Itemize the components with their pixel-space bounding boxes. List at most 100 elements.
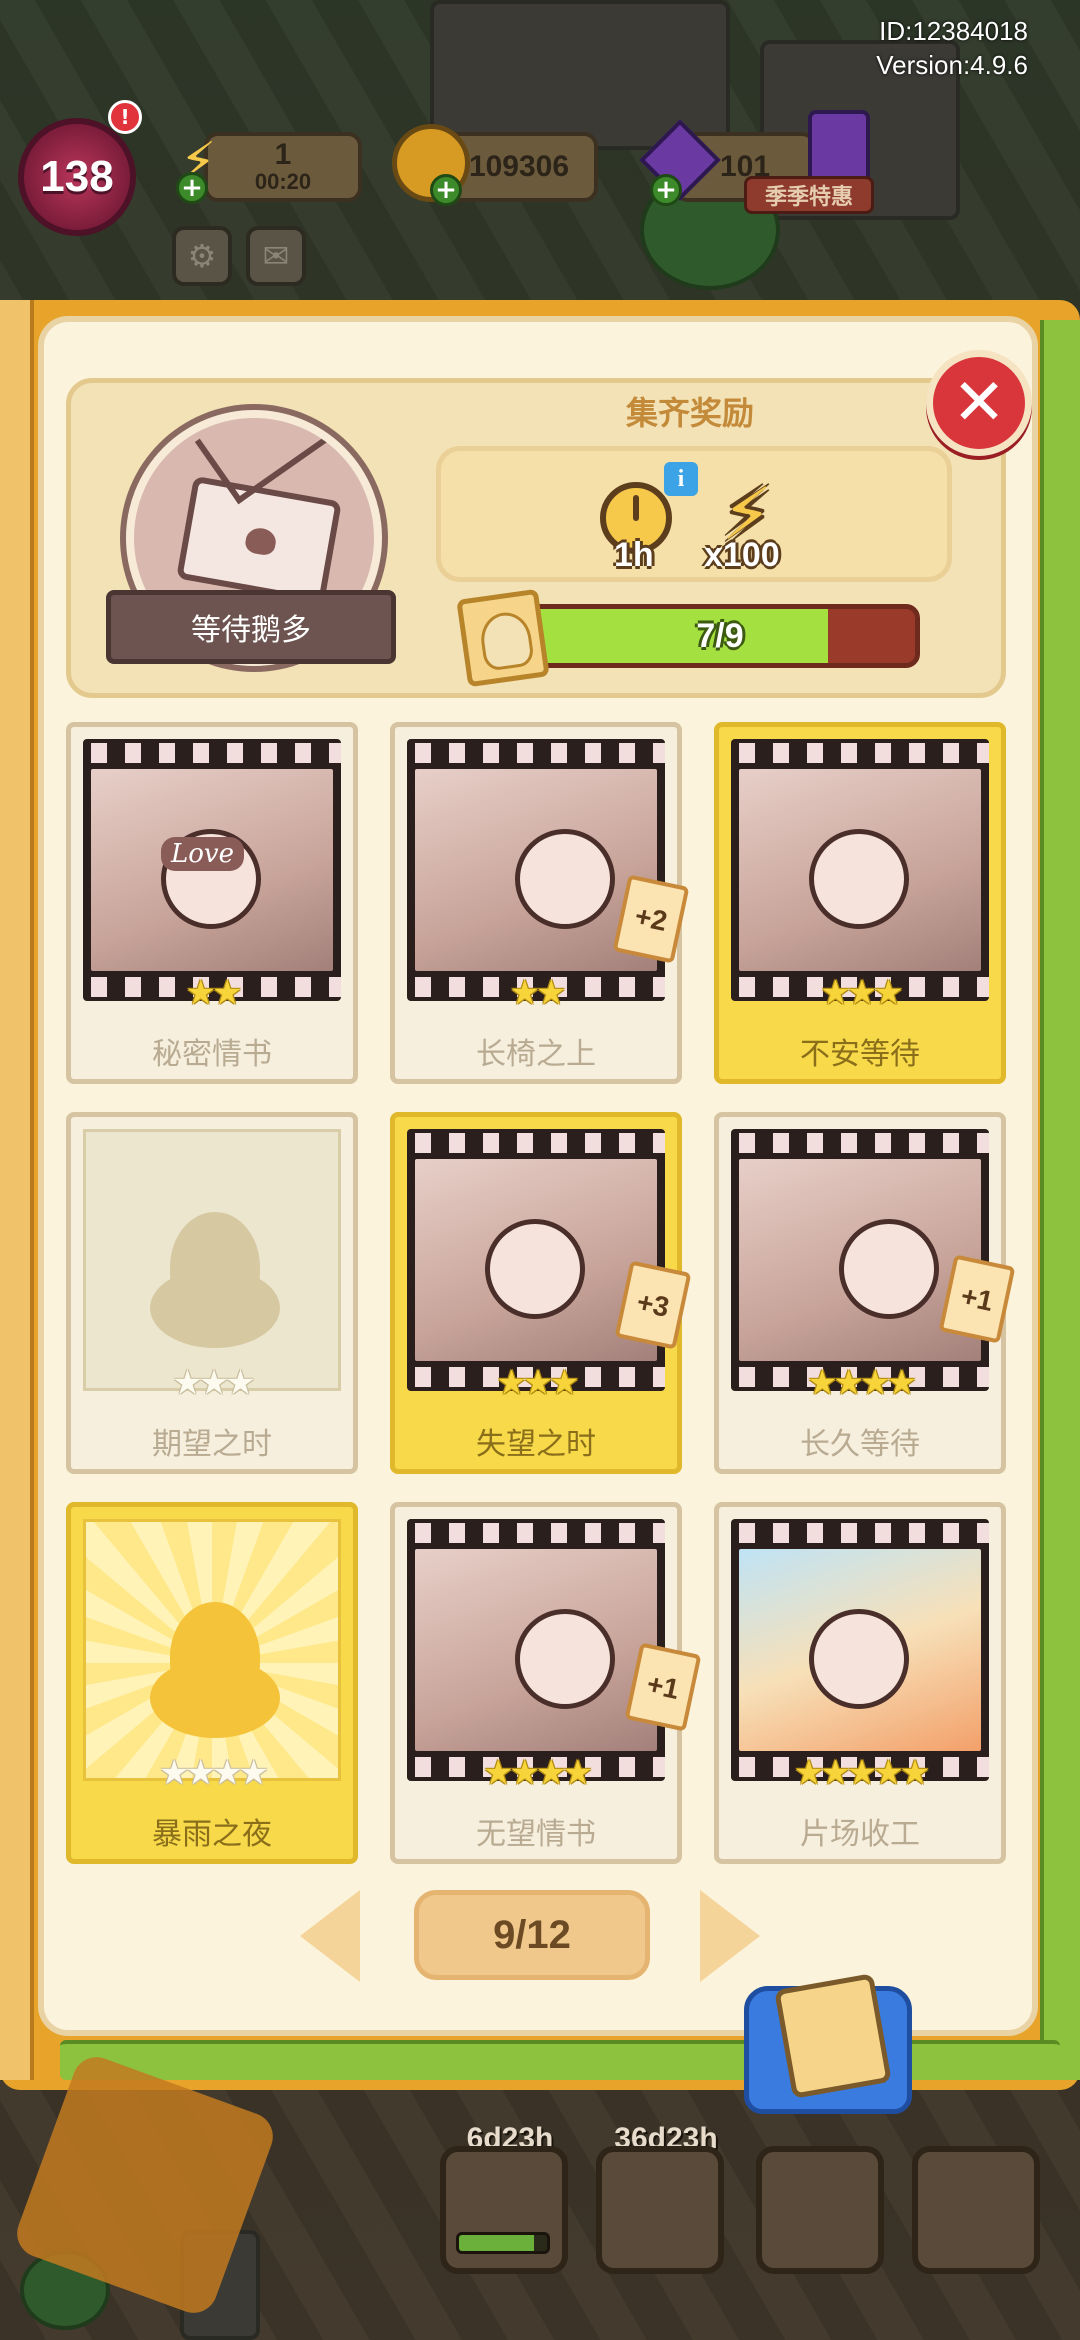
build-info: ID:12384018 Version:4.9.6 [876,14,1028,82]
card-title: 暴雨之夜 [152,1817,272,1852]
help-flower-icon[interactable] [756,2146,884,2274]
card-artwork [739,1549,981,1751]
album-card[interactable]: ★★★ 期望之时 [66,1112,358,1474]
star-rating: ★★★★ [719,1363,1001,1403]
album-card[interactable]: ★★★ 不安等待 [714,722,1006,1084]
locked-card-silhouette [83,1129,341,1391]
album-card[interactable]: Love ★★ 秘密情书 [66,722,358,1084]
add-gems-button[interactable]: + [650,174,682,206]
pillar-event-icon[interactable] [440,2146,568,2274]
card-artwork [739,769,981,971]
locked-card-silhouette [83,1519,341,1781]
card-title: 不安等待 [800,1037,920,1072]
goose-character-icon [809,1609,909,1709]
card-title: 片场收工 [800,1817,920,1852]
close-button[interactable]: ✕ [926,350,1032,456]
version-text: Version:4.9.6 [876,50,1028,80]
star-rating: ★★★ [71,1363,353,1403]
chevron-right-icon[interactable] [700,1890,760,1982]
reward-duration: 1h [614,536,654,574]
card-title: 长椅之上 [476,1037,596,1072]
star-icon: ★ [846,973,878,1013]
star-icon: ★ [483,1753,514,1793]
event-progress-bar [456,2232,550,2254]
star-icon: ★ [159,1753,190,1793]
star-icon: ★ [886,1363,917,1403]
energy-value: 1 [274,138,292,171]
star-icon: ★ [509,1753,541,1793]
star-icon: ★ [846,1753,878,1793]
shop-offer-icon[interactable] [808,110,870,186]
film-frame [731,1129,989,1391]
star-icon: ★ [536,1753,567,1793]
add-energy-button[interactable]: + [176,172,208,204]
player-level-badge[interactable]: 138 [18,118,136,236]
card-title: 期望之时 [152,1427,272,1462]
goose-character-icon [515,1609,615,1709]
book-spine [0,300,34,2080]
goose-silhouette-icon [150,1602,280,1738]
card-album-button[interactable] [744,1973,912,2114]
player-level: 138 [40,152,114,201]
love-letter-text: Love [161,837,244,871]
level-alert-badge: ! [108,100,142,134]
star-icon: ★ [820,1753,851,1793]
star-icon: ★ [549,1363,580,1403]
star-icon: ★ [522,1363,554,1403]
reward-amount: x100 [704,536,780,574]
completion-reward-title: 集齐奖励 [625,394,754,432]
gear-icon[interactable]: ⚙ [172,226,232,286]
star-icon: ★ [212,973,243,1013]
card-artwork [415,1549,657,1751]
card-artwork: Love [91,769,333,971]
album-card[interactable]: ★★★★★ 片场收工 [714,1502,1006,1864]
page-indicator: 9/12 [414,1890,650,1980]
film-frame [407,739,665,1001]
collection-progress-bar: 7/9 [520,604,920,668]
book-edge [1040,320,1080,2080]
star-icon: ★ [212,1753,243,1793]
goose-character-icon [839,1219,939,1319]
film-frame [731,1519,989,1781]
film-frame [407,1129,665,1391]
info-icon[interactable]: i [664,462,698,496]
coin-value: 109306 [468,150,570,183]
mail-icon[interactable]: ✉ [246,226,306,286]
star-icon: ★ [793,1753,825,1793]
star-icon: ★ [873,1753,904,1793]
star-icon: ★ [899,1753,931,1793]
star-rating: ★★★ [395,1363,677,1403]
star-rating: ★★★★ [395,1753,677,1793]
star-icon: ★ [238,1753,269,1793]
star-icon: ★ [496,1363,527,1403]
player-id: ID:12384018 [879,16,1028,46]
film-frame [407,1519,665,1781]
star-icon: ★ [185,973,217,1013]
star-icon: ★ [536,973,567,1013]
star-icon: ★ [172,1363,203,1403]
star-icon: ★ [860,1363,891,1403]
chevron-left-icon[interactable] [300,1890,360,1982]
star-icon: ★ [198,1363,230,1403]
goose-character-icon [809,829,909,929]
friends-chat-icon[interactable] [912,2146,1040,2274]
star-icon: ★ [833,1363,865,1403]
love-letter-icon [176,475,342,605]
add-coins-button[interactable]: + [430,174,462,206]
seasonal-sale-banner[interactable]: 季季特惠 [744,176,874,214]
card-title: 秘密情书 [152,1037,272,1072]
star-rating: ★★★★ [71,1753,353,1793]
goose-character-icon [485,1219,585,1319]
film-frame [731,739,989,1001]
star-icon: ★ [873,973,904,1013]
card-stack-icon [456,588,550,688]
star-icon: ★ [185,1753,217,1793]
album-name: 等待鹅多 [106,590,396,664]
goose-silhouette-icon [150,1212,280,1348]
star-icon: ★ [820,973,851,1013]
star-rating: ★★★ [719,973,1001,1013]
card-album-icon[interactable] [596,2146,724,2274]
album-card[interactable]: ★★★★ 暴雨之夜 [66,1502,358,1864]
film-frame: Love [83,739,341,1001]
star-icon: ★ [807,1363,838,1403]
